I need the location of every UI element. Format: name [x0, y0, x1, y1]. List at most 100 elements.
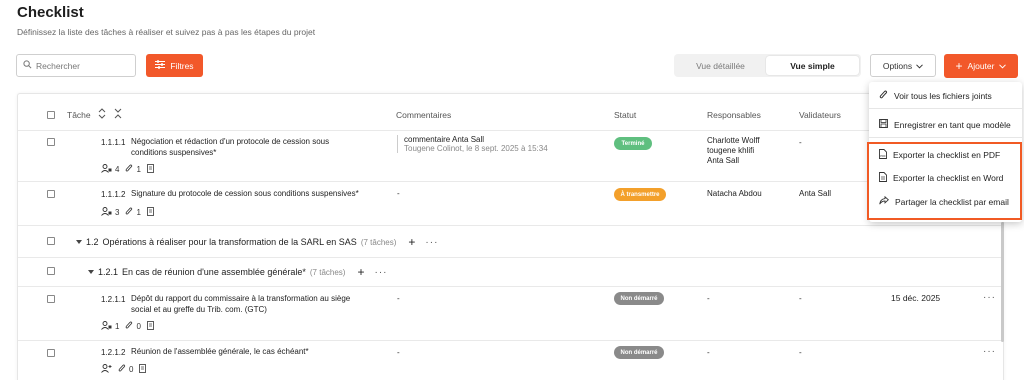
validator: Anta Sall: [799, 189, 832, 198]
responsable-name: Charlotte Wolff: [707, 136, 760, 145]
search-icon: [23, 60, 32, 71]
more-icon[interactable]: ···: [374, 267, 387, 278]
assignees-count: 1: [115, 322, 120, 331]
header-comments: Commentaires: [396, 110, 452, 120]
document-icon: [147, 164, 154, 175]
attachments-count: 1: [136, 208, 141, 217]
header-task: Tâche: [67, 110, 91, 120]
responsables-list: Charlotte Wolff tougene khlifi Anta Sall: [707, 136, 760, 166]
view-detailed-tab[interactable]: Vue détaillée: [676, 56, 765, 75]
group-checkbox[interactable]: [47, 237, 55, 245]
task-meta: 4 1: [101, 164, 154, 175]
row-checkbox[interactable]: [47, 295, 55, 303]
task-number: 1.1.1.1: [101, 138, 126, 147]
status-badge[interactable]: Non démarré: [614, 292, 664, 305]
options-label: Options: [882, 60, 913, 71]
comment-text: commentaire Anta Sall: [404, 135, 485, 144]
comment-text[interactable]: -: [397, 294, 400, 303]
paperclip-icon: [125, 207, 133, 218]
menu-item-view-attachments[interactable]: Voir tous les fichiers joints: [879, 90, 992, 102]
comment-text[interactable]: -: [397, 348, 400, 357]
comment[interactable]: commentaire Anta Sall Tougene Colinot, l…: [397, 135, 548, 153]
export-options-highlight: [867, 142, 1022, 220]
attachments-count: 0: [129, 365, 134, 374]
divider: [18, 257, 1001, 258]
add-button[interactable]: + Ajouter: [944, 54, 1018, 78]
save-icon: [879, 119, 888, 130]
responsable-name: -: [707, 294, 710, 303]
status-badge[interactable]: À transmettre: [614, 188, 666, 201]
row-more-icon[interactable]: ···: [983, 292, 996, 303]
menu-divider: [869, 137, 1022, 138]
assignees-icon: [101, 207, 112, 218]
task-title[interactable]: Négociation et rédaction d'un protocole …: [131, 136, 329, 158]
group-number: 1.2: [86, 237, 99, 247]
chevron-down-icon: [999, 61, 1007, 71]
add-assignee-icon[interactable]: [101, 364, 112, 375]
task-title[interactable]: Signature du protocole de cession sous c…: [131, 188, 359, 199]
validator: -: [799, 138, 802, 147]
divider: [18, 225, 1001, 226]
divider: [18, 130, 1001, 131]
status-badge[interactable]: Non démarré: [614, 346, 664, 359]
group-title: Opérations à réaliser pour la transforma…: [102, 237, 357, 247]
assignees-icon: [101, 321, 112, 332]
row-more-icon[interactable]: ···: [983, 346, 996, 357]
menu-item-label: Voir tous les fichiers joints: [894, 91, 992, 101]
task-meta: 3 1: [101, 207, 154, 218]
task-title-line: conditions suspensives*: [131, 148, 217, 157]
document-icon: [139, 364, 147, 375]
filters-label: Filtres: [170, 60, 194, 71]
row-checkbox[interactable]: [47, 190, 55, 198]
row-checkbox[interactable]: [47, 138, 55, 146]
comment-text[interactable]: -: [397, 189, 400, 198]
row-checkbox[interactable]: [47, 349, 55, 357]
assignees-count: 4: [115, 165, 120, 174]
page-subtitle: Définissez la liste des tâches à réalise…: [17, 27, 316, 37]
sliders-icon: [155, 60, 166, 71]
task-title-line: Négociation et rédaction d'un protocole …: [131, 137, 330, 146]
options-button[interactable]: Options: [870, 54, 936, 77]
responsable-name: tougene khlifi: [707, 146, 755, 155]
caret-down-icon[interactable]: [76, 237, 82, 247]
menu-item-save-template[interactable]: Enregistrer en tant que modèle: [879, 119, 1011, 130]
task-number: 1.2.1.2: [101, 348, 126, 357]
more-icon[interactable]: ···: [425, 237, 438, 248]
plus-icon[interactable]: +: [357, 265, 364, 279]
search-box[interactable]: [16, 54, 136, 77]
header-responsables: Responsables: [707, 110, 761, 120]
group-header[interactable]: 1.2.1 En cas de réunion d'une assemblée …: [88, 265, 387, 279]
task-meta: 0: [101, 364, 147, 375]
view-simple-tab[interactable]: Vue simple: [766, 56, 859, 75]
add-label: Ajouter: [967, 61, 995, 71]
validator: -: [799, 294, 802, 303]
chevron-down-icon: [916, 61, 923, 71]
group-count: (7 tâches): [309, 267, 346, 277]
status-badge[interactable]: Terminé: [614, 137, 652, 150]
group-header[interactable]: 1.2 Opérations à réaliser pour la transf…: [76, 235, 438, 249]
caret-down-icon[interactable]: [88, 267, 94, 277]
task-title[interactable]: Dépôt du rapport du commissaire à la tra…: [131, 293, 350, 315]
task-title[interactable]: Réunion de l'assemblée générale, le cas …: [131, 346, 309, 357]
responsable-name: -: [707, 348, 710, 357]
filters-button[interactable]: Filtres: [146, 54, 203, 77]
plus-icon[interactable]: +: [408, 235, 415, 249]
collapse-icon[interactable]: [98, 108, 106, 121]
paperclip-icon: [879, 90, 888, 102]
menu-item-label: Enregistrer en tant que modèle: [894, 119, 1011, 130]
paperclip-icon: [125, 321, 133, 332]
task-title-line: Dépôt du rapport du commissaire à la tra…: [131, 294, 351, 303]
task-meta: 1 0: [101, 321, 154, 332]
select-all-checkbox[interactable]: [47, 111, 55, 119]
document-icon: [147, 321, 154, 332]
group-checkbox[interactable]: [47, 267, 55, 275]
assignees-count: 3: [115, 208, 120, 217]
search-input[interactable]: [36, 60, 126, 71]
attachments-count: 0: [136, 322, 141, 331]
expand-icon[interactable]: [114, 108, 122, 121]
responsable-name: Anta Sall: [707, 156, 740, 165]
responsable-name: Natacha Abdou: [707, 189, 762, 198]
scrollbar[interactable]: [1001, 222, 1004, 342]
header-validators: Validateurs: [799, 110, 841, 120]
validator: -: [799, 348, 802, 357]
